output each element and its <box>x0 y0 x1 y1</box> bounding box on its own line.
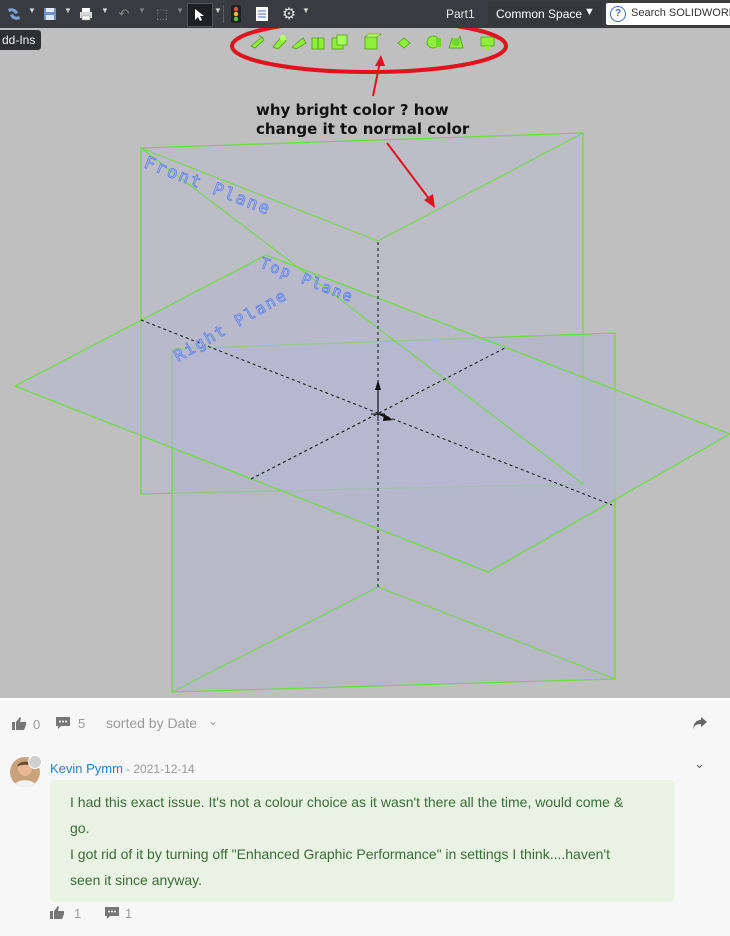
redo-icon[interactable]: ⬚ <box>152 3 172 25</box>
like-count: 0 <box>33 717 41 732</box>
chevron-down-icon[interactable]: ▼ <box>138 6 146 15</box>
chevron-down-icon[interactable]: ▼ <box>214 6 222 15</box>
edit-appearance-icon[interactable] <box>426 35 441 49</box>
zoom-to-area-icon[interactable] <box>272 35 287 50</box>
comment-count: 5 <box>78 716 86 731</box>
tab-add-ins[interactable]: dd-Ins <box>0 30 42 50</box>
apply-scene-icon[interactable] <box>448 34 464 49</box>
print-icon[interactable] <box>76 3 96 25</box>
document-title: Part1 <box>446 7 475 21</box>
share-icon[interactable] <box>692 716 708 730</box>
comment-author-link[interactable]: Kevin Pymm <box>50 761 123 776</box>
chevron-down-icon[interactable]: ⌄ <box>208 714 218 728</box>
comment-text-line: go. <box>70 820 90 836</box>
comment-text-line: seen it since anyway. <box>70 872 203 888</box>
chevron-down-icon: ▼ <box>584 6 595 18</box>
chevron-down-icon[interactable]: ⌄ <box>694 756 705 772</box>
chevron-down-icon[interactable]: ▼ <box>101 6 109 15</box>
workspace-selector[interactable]: Common Space ▼ <box>488 2 602 26</box>
chevron-down-icon[interactable]: ▼ <box>64 6 72 15</box>
save-icon[interactable] <box>40 3 60 25</box>
heads-up-view-toolbar <box>250 33 495 50</box>
search-solidworks-box[interactable]: ? Search SOLIDWORKS <box>606 3 730 25</box>
status-badge <box>28 755 42 769</box>
comment-body: I had this exact issue. It's not a colou… <box>50 780 674 902</box>
annotation-line: why bright color ? how <box>256 101 449 119</box>
solidworks-logo-icon[interactable] <box>4 3 24 25</box>
display-style-icon[interactable] <box>364 33 382 50</box>
comment-icon[interactable] <box>104 906 120 920</box>
forum-post-footer: 0 5 sorted by Date ⌄ Kevin Pymm - 2021-1… <box>0 700 730 936</box>
annotation-line: change it to normal color <box>256 120 470 138</box>
solidworks-window: Front Plane Top Plane Right Plane ▼ ▼ ▼ … <box>0 0 730 698</box>
section-view-icon[interactable] <box>311 37 325 50</box>
help-icon[interactable]: ? <box>610 6 626 22</box>
search-input[interactable]: Search SOLIDWORKS <box>631 7 730 19</box>
undo-icon[interactable]: ↶ <box>114 3 134 25</box>
chevron-down-icon[interactable]: ▼ <box>176 6 184 15</box>
comment-like-count: 1 <box>74 906 82 921</box>
comment-icon[interactable] <box>55 716 71 730</box>
title-bar: ▼ ▼ ▼ ↶ ▼ ⬚ ▼ ▼ ⚙ ▼ Part1 Common Space ▼ <box>0 0 730 28</box>
select-arrow-icon[interactable] <box>187 3 213 27</box>
annotation-text: why bright color ? how change it to norm… <box>256 101 496 139</box>
thumbs-up-icon[interactable] <box>50 906 66 920</box>
annotation-arrow <box>372 55 385 97</box>
comment-text-line: I had this exact issue. It's not a colou… <box>70 794 624 810</box>
hide-show-items-icon[interactable] <box>397 37 411 49</box>
comment-text-line: I got rid of it by turning off "Enhanced… <box>70 846 610 862</box>
gear-icon[interactable]: ⚙ <box>279 3 299 25</box>
sort-dropdown[interactable]: sorted by Date <box>106 715 197 731</box>
comment-date: - 2021-12-14 <box>126 762 195 776</box>
file-properties-icon[interactable] <box>252 3 272 25</box>
view-settings-icon[interactable] <box>480 36 495 50</box>
chevron-down-icon[interactable]: ▼ <box>28 6 36 15</box>
thumbs-up-icon[interactable] <box>12 717 28 731</box>
previous-view-icon[interactable] <box>291 37 307 50</box>
view-orientation-icon[interactable] <box>331 34 348 50</box>
workspace-label: Common Space <box>496 7 583 21</box>
chevron-down-icon[interactable]: ▼ <box>302 6 310 15</box>
traffic-light-icon[interactable] <box>228 3 244 25</box>
toolbar-divider <box>223 5 224 23</box>
comment-reply-count: 1 <box>125 906 133 921</box>
zoom-to-fit-icon[interactable] <box>250 34 265 49</box>
